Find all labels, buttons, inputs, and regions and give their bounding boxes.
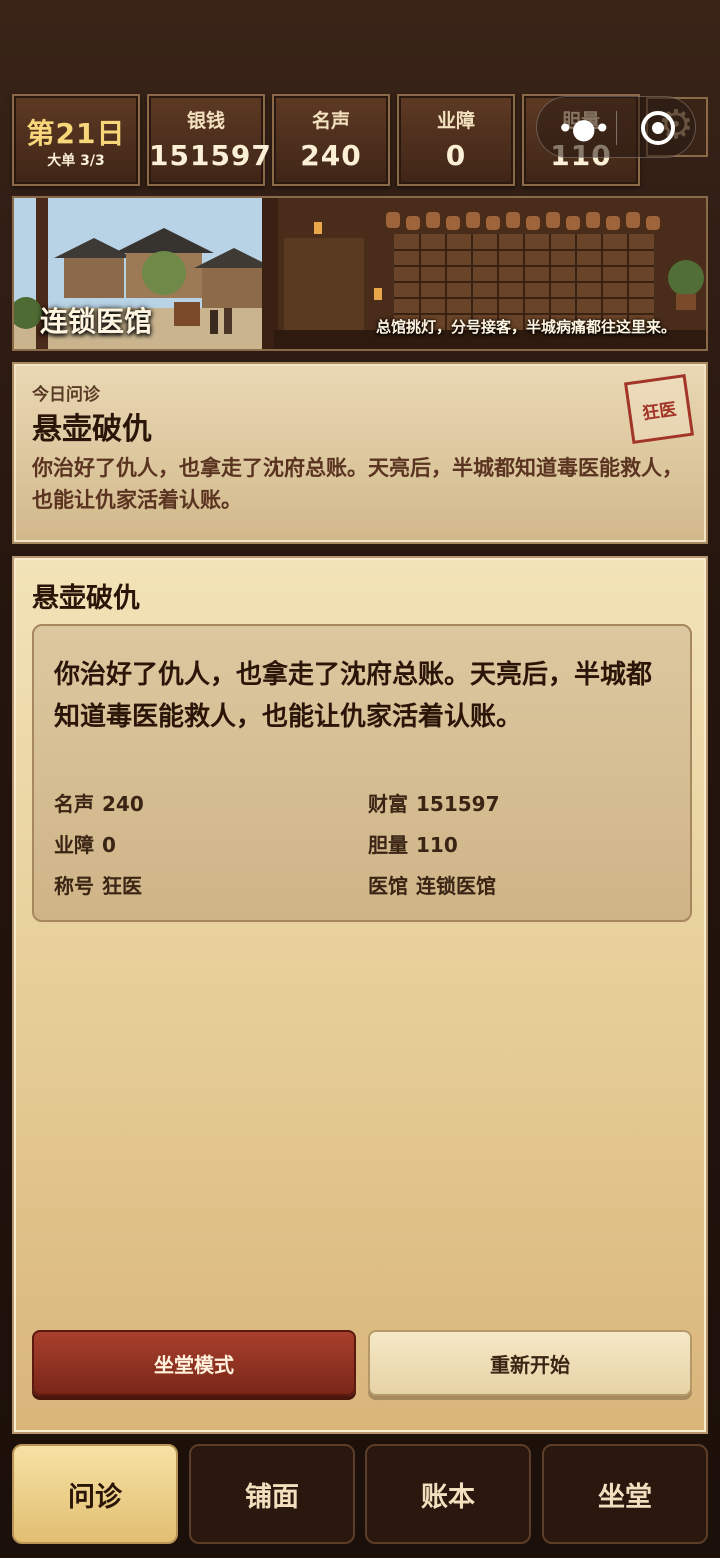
result-stat-fame: 名声 240 [54, 788, 144, 817]
ending-title: 悬壶破仇 [32, 583, 140, 614]
fame-stat: 名声 240 [272, 94, 390, 186]
result-stat-key: 医馆 [368, 874, 408, 898]
result-stat-value: 110 [416, 833, 458, 857]
silver-label: 银钱 [186, 110, 225, 132]
mini-program-capsule: •●• [536, 96, 696, 158]
tab-consult[interactable]: 问诊 [12, 1444, 178, 1544]
today-consultation-card: 今日问诊 悬壶破仇 你治好了仇人，也拿走了沈府总账。天亮后，半城都知道毒医能救人… [12, 362, 708, 544]
result-stat-key: 业障 [54, 833, 94, 857]
day-label: 第21日 [26, 117, 126, 150]
result-stat-value: 连锁医馆 [416, 874, 496, 898]
result-stat-title: 称号 狂医 [54, 870, 142, 899]
result-stat-key: 胆量 [368, 833, 408, 857]
karma-label: 业障 [436, 110, 475, 132]
result-stat-value: 151597 [416, 792, 500, 816]
ending-panel: 悬壶破仇 你治好了仇人，也拿走了沈府总账。天亮后，半城都知道毒医能救人，也能让仇… [12, 556, 708, 1434]
karma-stat: 业障 0 [397, 94, 515, 186]
silver-value: 151597 [149, 139, 272, 172]
clinic-mode-button[interactable]: 坐堂模式 [32, 1330, 356, 1396]
result-stat-clinic: 医馆 连锁医馆 [368, 870, 496, 899]
karma-value: 0 [445, 139, 467, 172]
target-ring-icon[interactable] [641, 111, 675, 145]
result-stat-key: 名声 [54, 792, 94, 816]
title-stamp: 狂医 [623, 373, 695, 445]
result-stat-karma: 业障 0 [54, 829, 116, 858]
result-stat-value: 狂医 [102, 874, 142, 898]
today-title: 悬壶破仇 [32, 412, 152, 447]
silver-stat: 银钱 151597 [147, 94, 272, 186]
result-stat-key: 财富 [368, 792, 408, 816]
today-description: 你治好了仇人，也拿走了沈府总账。天亮后，半城都知道毒医能救人，也能让仇家活着认账… [32, 456, 683, 512]
tab-shop[interactable]: 铺面 [189, 1444, 355, 1544]
clinic-banner: 连锁医馆 总馆挑灯，分号接客，半城病痛都往这里来。 [12, 196, 708, 351]
restart-button[interactable]: 重新开始 [368, 1330, 692, 1396]
fame-label: 名声 [311, 110, 350, 132]
ending-text: 你治好了仇人，也拿走了沈府总账。天亮后，半城都知道毒医能救人，也能让仇家活着认账… [54, 660, 653, 732]
clinic-tagline: 总馆挑灯，分号接客，半城病痛都往这里来。 [375, 318, 676, 336]
tab-ledger[interactable]: 账本 [365, 1444, 531, 1544]
result-stat-value: 0 [102, 833, 116, 857]
capsule-divider [616, 111, 617, 145]
more-dots-icon[interactable]: •●• [557, 115, 610, 143]
tab-sit-hall[interactable]: 坐堂 [542, 1444, 708, 1544]
clinic-name: 连锁医馆 [40, 305, 153, 338]
fame-value: 240 [300, 139, 362, 172]
order-progress: 大单 3/3 [47, 153, 105, 169]
result-stat-courage: 胆量 110 [368, 829, 458, 858]
today-kicker: 今日问诊 [32, 385, 100, 405]
result-stat-value: 240 [102, 792, 144, 816]
result-stat-key: 称号 [54, 874, 94, 898]
ending-result-box: 你治好了仇人，也拿走了沈府总账。天亮后，半城都知道毒医能救人，也能让仇家活着认账… [32, 624, 692, 922]
day-counter: 第21日 大单 3/3 [12, 94, 140, 186]
result-stat-wealth: 财富 151597 [368, 788, 500, 817]
